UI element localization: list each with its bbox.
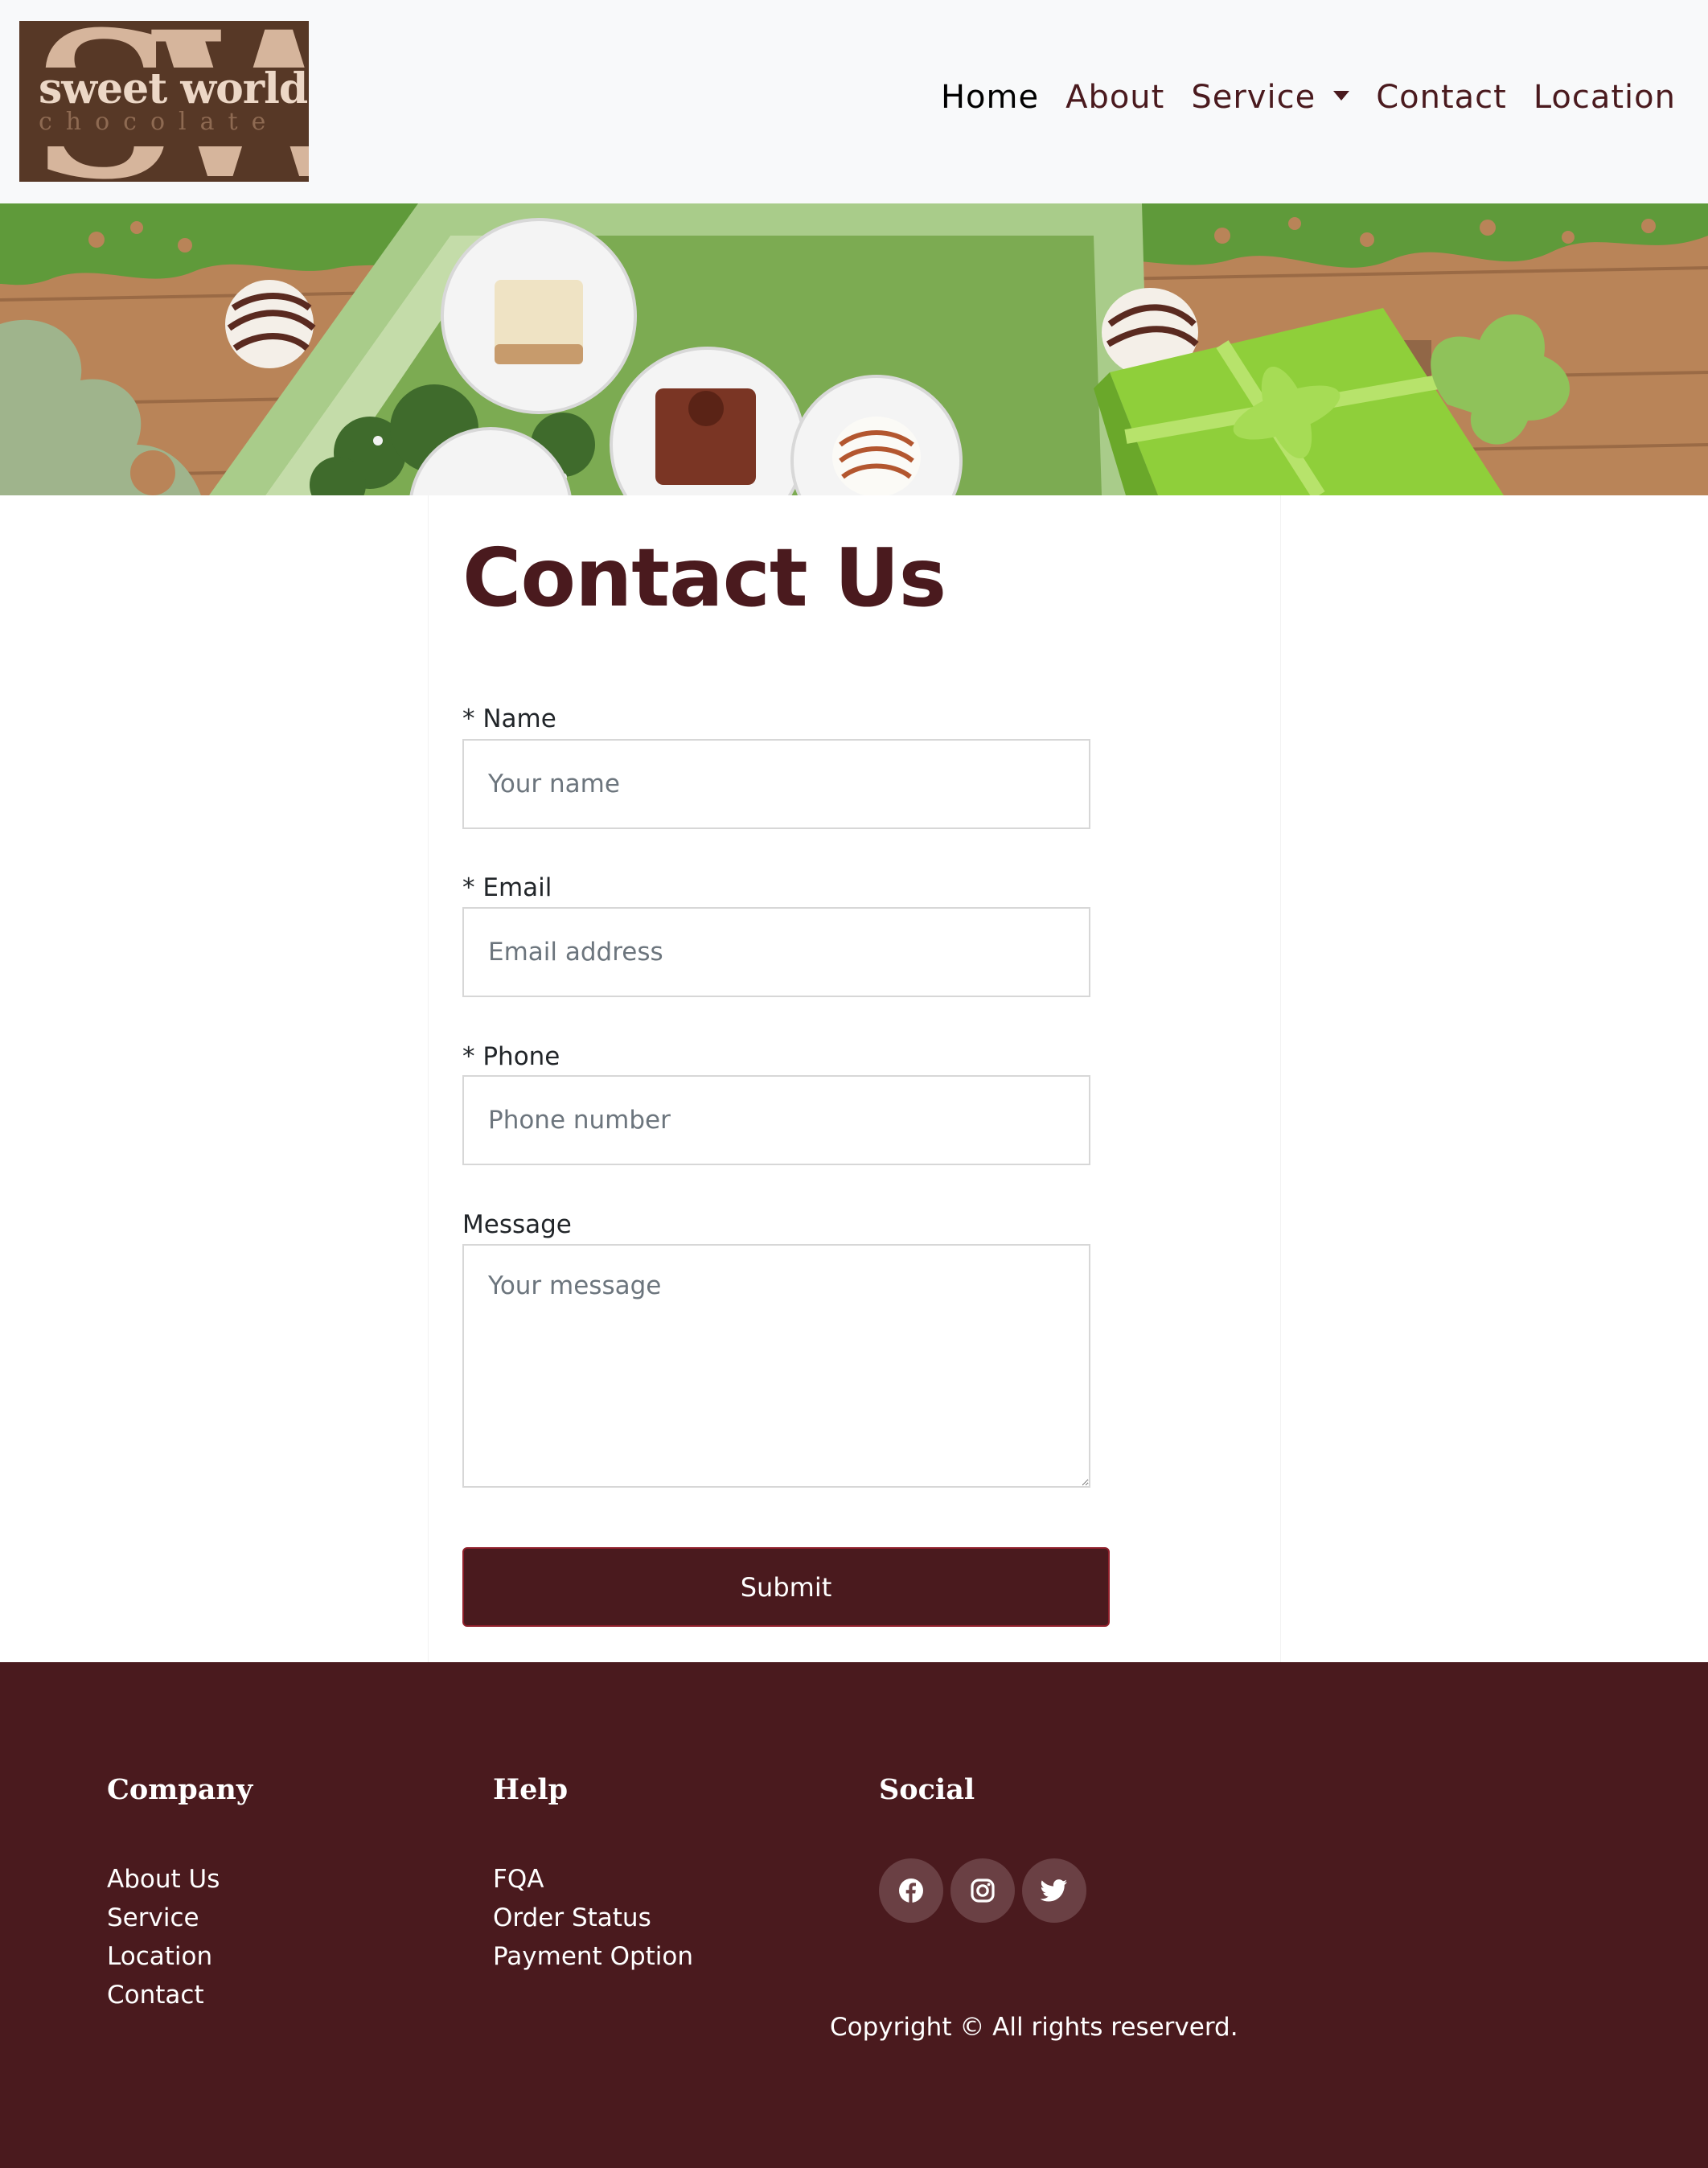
hero-banner [0,203,1708,495]
name-input[interactable] [462,739,1090,829]
email-label: * Email [462,873,552,902]
message-label: Message [462,1210,572,1239]
submit-button[interactable]: Submit [462,1547,1110,1627]
twitter-icon [1041,1879,1067,1902]
page-title: Contact Us [462,531,946,625]
footer-help-heading: Help [493,1773,569,1806]
footer-social-heading: Social [879,1773,975,1806]
footer-link-order-status[interactable]: Order Status [493,1899,693,1937]
nav-about[interactable]: About [1065,79,1164,116]
footer-company-links: About Us Service Location Contact [107,1860,220,2014]
phone-label: * Phone [462,1042,560,1071]
footer-link-contact[interactable]: Contact [107,1976,220,2014]
footer-link-about-us[interactable]: About Us [107,1860,220,1899]
main-nav: Home About Service Contact Location [941,79,1676,116]
logo-name: sweet world [39,64,308,113]
footer-link-fqa[interactable]: FQA [493,1860,693,1899]
instagram-icon [971,1879,995,1903]
nav-contact[interactable]: Contact [1376,79,1507,116]
footer: Company About Us Service Location Contac… [0,1662,1708,2168]
hero-image [0,203,1708,495]
navbar: SW sweet world chocolate Home About Serv… [0,0,1708,203]
copyright-text: Copyright © All rights reserverd. [830,2013,1238,2042]
footer-link-service[interactable]: Service [107,1899,220,1937]
footer-company-heading: Company [107,1773,253,1806]
instagram-button[interactable] [950,1858,1015,1923]
footer-link-location[interactable]: Location [107,1937,220,1976]
phone-input[interactable] [462,1075,1090,1165]
social-links [879,1858,1086,1923]
email-input[interactable] [462,907,1090,997]
message-textarea[interactable] [462,1244,1090,1488]
footer-help-links: FQA Order Status Payment Option [493,1860,693,1976]
footer-link-payment-option[interactable]: Payment Option [493,1937,693,1976]
nav-service-label: Service [1191,79,1316,116]
logo-tagline: chocolate [39,108,280,136]
name-label: * Name [462,704,556,733]
nav-location[interactable]: Location [1534,79,1676,116]
facebook-icon [899,1879,923,1903]
nav-home[interactable]: Home [941,79,1039,116]
facebook-button[interactable] [879,1858,943,1923]
nav-service-dropdown[interactable]: Service [1191,79,1350,116]
caret-down-icon [1333,91,1350,101]
twitter-button[interactable] [1022,1858,1086,1923]
brand-logo[interactable]: SW sweet world chocolate [19,21,309,182]
